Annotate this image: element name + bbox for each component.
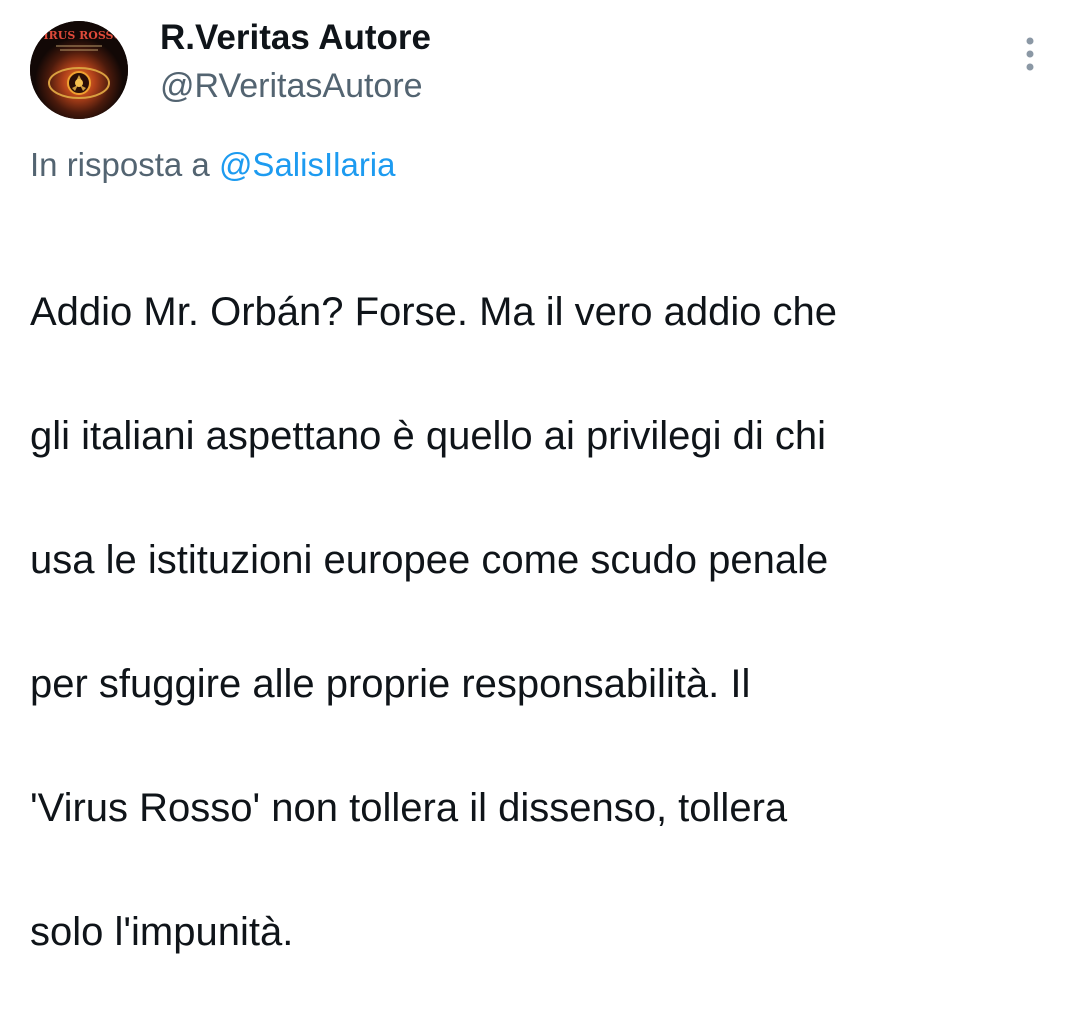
avatar[interactable]: VIRUS ROSSO (30, 21, 128, 119)
avatar-title: VIRUS ROSSO (34, 29, 124, 42)
tweet-text-line: 'Virus Rosso' non tollera il dissenso, t… (30, 786, 788, 830)
more-options-button[interactable] (1012, 32, 1048, 76)
author-display-name[interactable]: R.Veritas Autore (160, 18, 431, 58)
author-handle[interactable]: @RVeritasAutore (160, 67, 423, 106)
tweet-text-line: solo l'impunità. (30, 910, 294, 954)
reply-mention-link[interactable]: @SalisIlaria (219, 146, 396, 183)
tweet-text-line: usa le istituzioni europee come scudo pe… (30, 538, 829, 582)
tweet-card: VIRUS ROSSO R.Veritas Autore @RVeritasAu… (0, 0, 1080, 954)
tweet-text-line: gli italiani aspettano è quello ai privi… (30, 414, 827, 458)
tweet-text: Addio Mr. Orbán? Forse. Ma il vero addio… (30, 219, 1050, 1025)
book-cover-eye-icon: VIRUS ROSSO (30, 21, 128, 119)
tweet-text-line: Addio Mr. Orbán? Forse. Ma il vero addio… (30, 290, 838, 334)
tweet-text-line: per sfuggire alle proprie responsabilità… (30, 662, 751, 706)
reply-context: In risposta a @SalisIlaria (30, 146, 396, 184)
more-vertical-icon (1026, 37, 1034, 71)
reply-prefix: In risposta a (30, 146, 210, 183)
